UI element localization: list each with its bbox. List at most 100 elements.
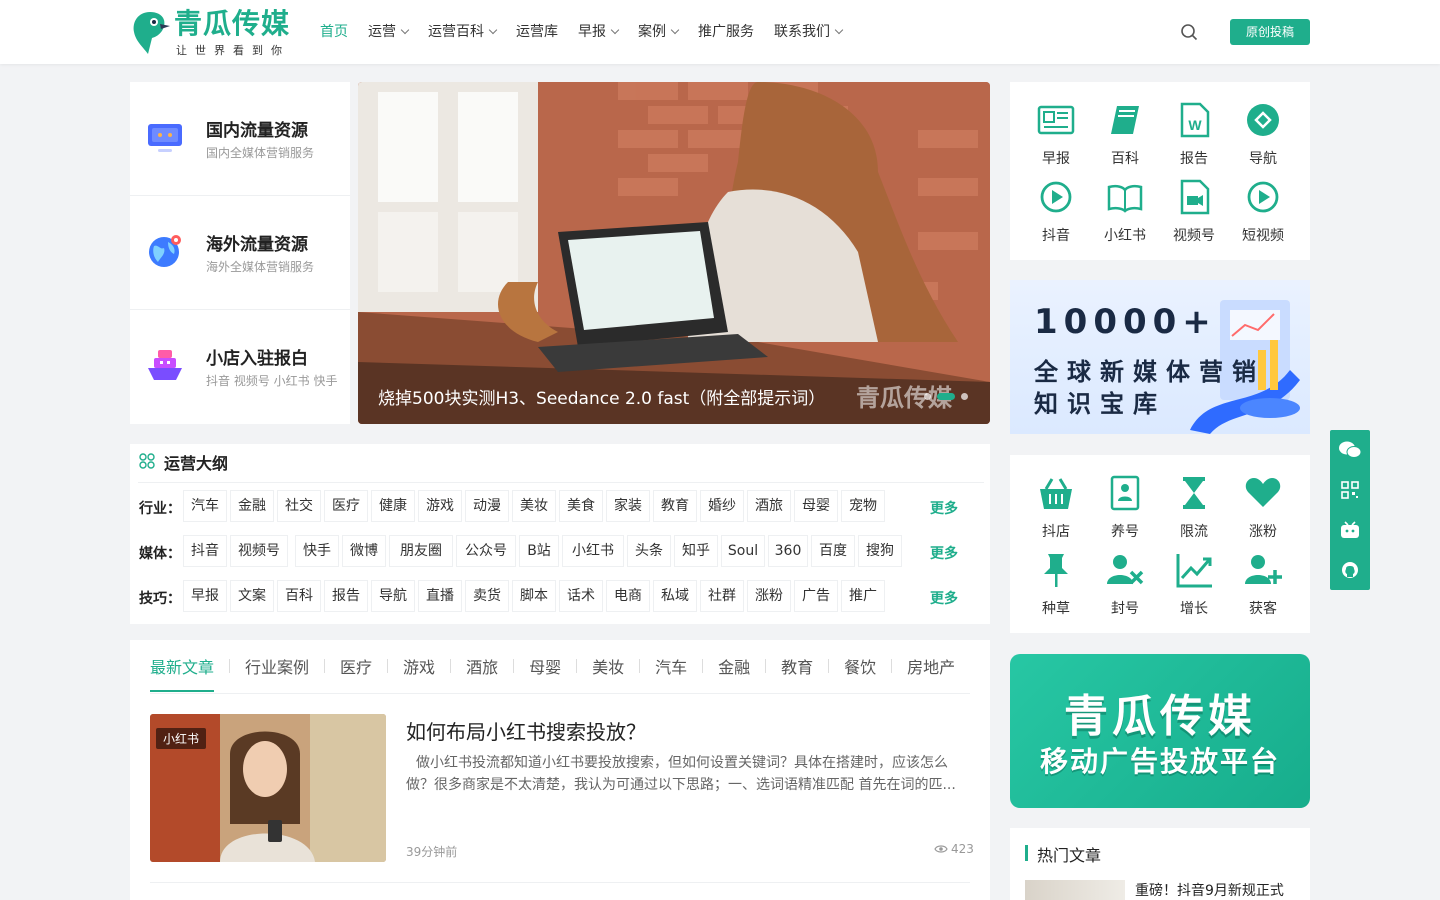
quick-link-short-video[interactable]: 短视频 [1233,177,1293,245]
tool-link-ban[interactable]: 封号 [1095,550,1155,618]
tag[interactable]: 头条 [627,535,671,567]
tag[interactable]: 话术 [559,580,603,612]
nav-contact[interactable]: 联系我们 [774,20,844,44]
tag[interactable]: 导航 [371,580,415,612]
tool-link-seeding[interactable]: 种草 [1026,550,1086,618]
quick-link-douyin[interactable]: 抖音 [1026,177,1086,245]
tag[interactable]: 百度 [811,535,855,567]
tag[interactable]: B站 [519,535,559,567]
nav-home[interactable]: 首页 [320,20,348,44]
tag[interactable]: 360 [768,535,808,567]
tool-link-acquisition[interactable]: 获客 [1233,550,1293,618]
hot-article-thumbnail[interactable] [1025,880,1125,900]
tag[interactable]: 小红书 [562,535,624,567]
tool-link-account-nurture[interactable]: 养号 [1095,473,1155,541]
tag[interactable]: 宠物 [841,490,885,522]
tag[interactable]: 广告 [794,580,838,612]
tag[interactable]: 健康 [371,490,415,522]
resource-domestic[interactable]: 国内流量资源 国内全媒体营销服务 [130,82,350,196]
tag[interactable]: 快手 [295,535,339,567]
tab-travel[interactable]: 酒旅 [466,654,498,678]
tab-industry-cases[interactable]: 行业案例 [245,654,309,678]
site-logo[interactable]: 青瓜传媒 让世界看到你 [130,6,290,58]
tag[interactable]: 抖音 [183,535,227,567]
carousel-dot-active[interactable] [937,393,955,400]
tab-medical[interactable]: 医疗 [340,654,372,678]
tag[interactable]: 美妆 [512,490,556,522]
tab-finance[interactable]: 金融 [718,654,750,678]
tab-beauty[interactable]: 美妆 [592,654,624,678]
quick-link-navigation[interactable]: 导航 [1233,100,1293,168]
tag[interactable]: 公众号 [456,535,516,567]
tag[interactable]: 汽车 [183,490,227,522]
tag[interactable]: 脚本 [512,580,556,612]
carousel-dot[interactable] [961,393,968,400]
quick-link-morning[interactable]: 早报 [1026,100,1086,168]
github-button[interactable] [1330,550,1370,590]
tag[interactable]: 知乎 [674,535,718,567]
tab-auto[interactable]: 汽车 [655,654,687,678]
bilibili-button[interactable] [1330,510,1370,550]
hot-article-title[interactable]: 重磅！抖音9月新规正式 [1135,880,1284,900]
quick-link-channels[interactable]: 视频号 [1164,177,1224,245]
tag[interactable]: 电商 [606,580,650,612]
hero-caption[interactable]: 烧掉500块实测H3、Seedance 2.0 fast（附全部提示词） [378,384,825,409]
tag[interactable]: 文案 [230,580,274,612]
tag[interactable]: 游戏 [418,490,462,522]
tag[interactable]: 美食 [559,490,603,522]
tag[interactable]: 动漫 [465,490,509,522]
nav-wiki[interactable]: 运营百科 [428,20,498,44]
submit-article-button[interactable]: 原创投稿 [1230,19,1310,45]
tool-link-followers[interactable]: 涨粉 [1233,473,1293,541]
quick-link-wiki[interactable]: 百科 [1095,100,1155,168]
more-link[interactable]: 更多 [930,588,958,608]
tag[interactable]: 推广 [841,580,885,612]
tab-food[interactable]: 餐饮 [844,654,876,678]
tab-real-estate[interactable]: 房地产 [907,654,955,678]
tab-latest[interactable]: 最新文章 [150,654,214,678]
tab-games[interactable]: 游戏 [403,654,435,678]
nav-operations[interactable]: 运营 [368,20,410,44]
tag[interactable]: 教育 [653,490,697,522]
tag[interactable]: 金融 [230,490,274,522]
tag[interactable]: 直播 [418,580,462,612]
qrcode-button[interactable] [1330,470,1370,510]
quick-link-report[interactable]: W 报告 [1164,100,1224,168]
resource-overseas[interactable]: 海外流量资源 海外全媒体营销服务 [130,196,350,310]
tag[interactable]: 卖货 [465,580,509,612]
article-thumbnail[interactable]: 小红书 [150,714,386,862]
tag[interactable]: 社群 [700,580,744,612]
knowledge-banner[interactable]: 10000+ 全球新媒体营销 知识宝库 [1010,280,1310,434]
nav-promotion[interactable]: 推广服务 [698,20,754,44]
search-icon[interactable] [1180,23,1198,41]
carousel-dot[interactable] [924,393,931,400]
tag[interactable]: 私域 [653,580,697,612]
tag[interactable]: 酒旅 [747,490,791,522]
hero-carousel[interactable]: 烧掉500块实测H3、Seedance 2.0 fast（附全部提示词） 青瓜传… [358,82,990,424]
tool-link-growth[interactable]: 增长 [1164,550,1224,618]
wechat-button[interactable] [1330,430,1370,470]
tag[interactable]: 婚纱 [700,490,744,522]
tag[interactable]: Soul [721,535,765,567]
tag[interactable]: 家装 [606,490,650,522]
quick-link-xiaohongshu[interactable]: 小红书 [1095,177,1155,245]
more-link[interactable]: 更多 [930,498,958,518]
tag[interactable]: 朋友圈 [389,535,453,567]
tool-link-shop[interactable]: 抖店 [1026,473,1086,541]
resource-shop[interactable]: 小店入驻报白 抖音 视频号 小红书 快手 [130,310,350,424]
article-title[interactable]: 如何布局小红书搜索投放？ [406,716,646,745]
tag[interactable]: 百科 [277,580,321,612]
nav-cases[interactable]: 案例 [638,20,680,44]
tag[interactable]: 涨粉 [747,580,791,612]
tag[interactable]: 微博 [342,535,386,567]
tag[interactable]: 早报 [183,580,227,612]
tag[interactable]: 母婴 [794,490,838,522]
nav-library[interactable]: 运营库 [516,20,558,44]
tag[interactable]: 社交 [277,490,321,522]
tab-maternal[interactable]: 母婴 [529,654,561,678]
tag[interactable]: 医疗 [324,490,368,522]
nav-morning-news[interactable]: 早报 [578,20,620,44]
promo-banner[interactable]: 青瓜传媒 移动广告投放平台 [1010,654,1310,808]
more-link[interactable]: 更多 [930,543,958,563]
tab-education[interactable]: 教育 [781,654,813,678]
